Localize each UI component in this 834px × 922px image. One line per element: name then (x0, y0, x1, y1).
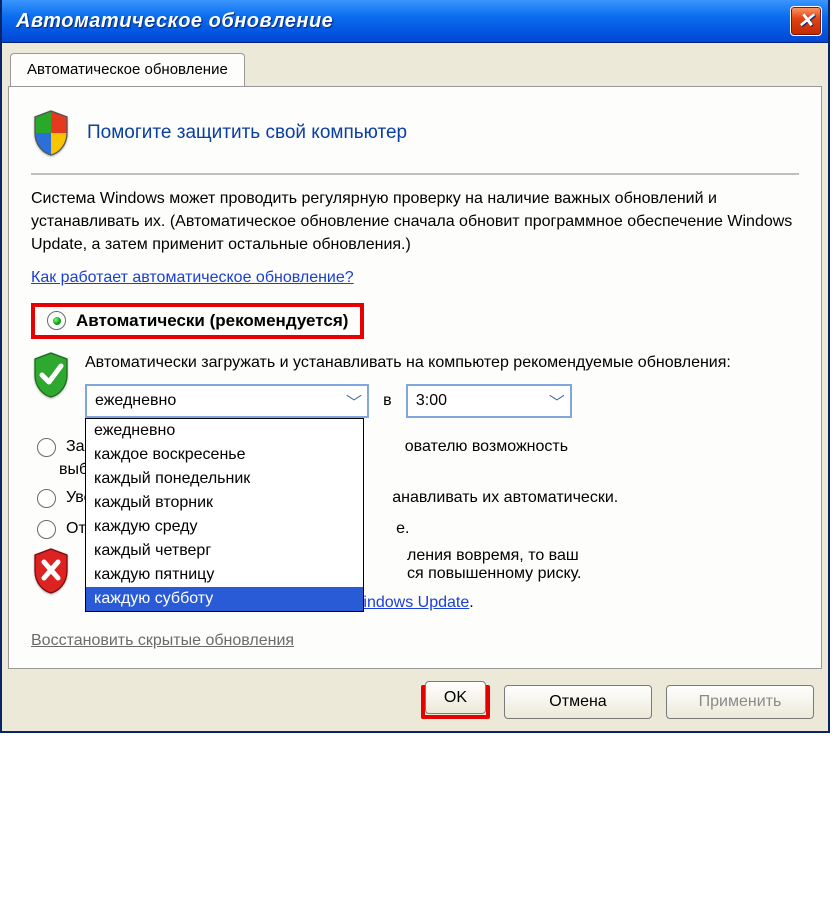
radio-icon (37, 520, 56, 539)
help-link[interactable]: Как работает автоматическое обновление? (31, 269, 354, 286)
heading-text: Помогите защитить свой компьютер (87, 122, 407, 144)
radio-icon-checked (47, 311, 66, 330)
dropdown-option[interactable]: ежедневно (86, 419, 363, 443)
auto-sub-row: Автоматически загружать и устанавливать … (31, 351, 799, 418)
radio-icon (37, 438, 56, 457)
chevron-down-icon: ﹀ (345, 389, 363, 413)
time-value: 3:00 (416, 392, 447, 410)
frequency-combo[interactable]: ежедневно ﹀ (85, 384, 369, 418)
dropdown-option[interactable]: каждую среду (86, 515, 363, 539)
window-frame: Автоматическое обновление ✕ Автоматическ… (0, 0, 830, 733)
radio-icon (37, 489, 56, 508)
radio-download-right: ователю возможность (405, 438, 568, 455)
schedule-row: ежедневно ﹀ в 3:00 ﹀ ежедневно каждое во… (85, 384, 799, 418)
apply-button[interactable]: Применить (666, 685, 814, 719)
radio-off-right: е. (396, 520, 409, 537)
restore-hidden-link[interactable]: Восстановить скрытые обновления (31, 632, 294, 650)
radio-auto[interactable]: Автоматически (рекомендуется) (41, 309, 354, 333)
heading-row: Помогите защитить свой компьютер (31, 105, 799, 175)
time-combo[interactable]: 3:00 ﹀ (406, 384, 572, 418)
radio-notify-right: анавливать их автоматически. (392, 489, 618, 506)
radio-auto-label: Автоматически (рекомендуется) (76, 311, 348, 331)
highlight-auto-option: Автоматически (рекомендуется) (31, 303, 364, 339)
button-bar: OK Отмена Применить (2, 675, 828, 731)
shield-check-icon (31, 351, 71, 399)
frequency-dropdown[interactable]: ежедневно каждое воскресенье каждый поне… (85, 418, 364, 612)
cancel-button[interactable]: Отмена (504, 685, 652, 719)
tab-auto-update[interactable]: Автоматическое обновление (10, 53, 245, 86)
dropdown-option[interactable]: каждый четверг (86, 539, 363, 563)
dropdown-option[interactable]: каждую пятницу (86, 563, 363, 587)
dropdown-option-selected[interactable]: каждую субботу (86, 587, 363, 611)
dropdown-option[interactable]: каждый понедельник (86, 467, 363, 491)
highlight-ok-button: OK (421, 685, 490, 719)
dropdown-option[interactable]: каждый вторник (86, 491, 363, 515)
shield-x-icon (31, 547, 71, 595)
frequency-value: ежедневно (95, 392, 176, 410)
chevron-down-icon: ﹀ (548, 389, 566, 413)
tab-strip: Автоматическое обновление (10, 53, 828, 87)
title-bar[interactable]: Автоматическое обновление ✕ (2, 0, 828, 43)
auto-desc: Автоматически загружать и устанавливать … (85, 351, 799, 374)
ok-button[interactable]: OK (425, 681, 486, 714)
window-title: Автоматическое обновление (16, 10, 790, 33)
panel: Помогите защитить свой компьютер Система… (8, 86, 822, 669)
tab-label: Автоматическое обновление (27, 61, 228, 78)
intro-text: Система Windows может проводить регулярн… (31, 187, 799, 257)
at-label: в (383, 392, 392, 409)
close-button[interactable]: ✕ (790, 6, 822, 36)
dropdown-option[interactable]: каждое воскресенье (86, 443, 363, 467)
close-icon: ✕ (797, 11, 814, 31)
shield-icon (31, 109, 71, 157)
